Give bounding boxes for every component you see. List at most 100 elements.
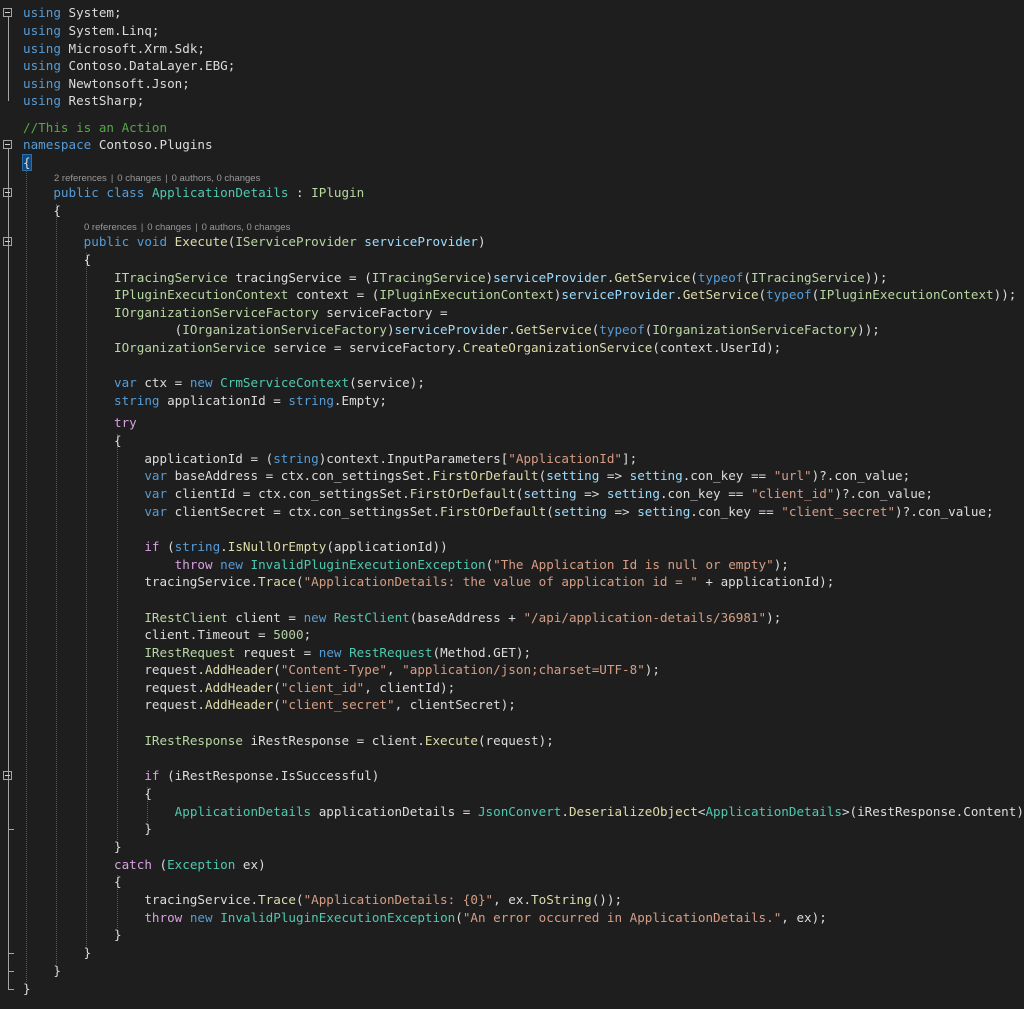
changes-link[interactable]: 0 changes <box>147 222 191 233</box>
code-line: if (string.IsNullOrEmpty(applicationId)) <box>0 538 1024 556</box>
code-token: (applicationId)) <box>326 539 448 554</box>
code-token: ( <box>273 680 281 695</box>
code-token: FirstOrDefault <box>409 486 516 501</box>
code-token: AddHeader <box>204 697 274 712</box>
code-token: (request); <box>477 733 554 748</box>
code-line: (IOrganizationServiceFactory)serviceProv… <box>0 321 1024 339</box>
code-line-text: } <box>23 820 152 838</box>
code-line: public void Execute(IServiceProvider ser… <box>0 233 1024 251</box>
code-token: ex) <box>235 857 266 872</box>
code-token: IPlugin <box>311 185 365 200</box>
changes-link[interactable]: 0 changes <box>117 173 161 184</box>
code-line-text: { <box>22 154 32 172</box>
code-token: AddHeader <box>204 680 274 695</box>
code-line: { <box>0 251 1024 269</box>
code-token: RestSharp; <box>60 93 145 108</box>
references-link[interactable]: 0 references <box>84 222 137 233</box>
code-line: request.AddHeader("client_secret", clien… <box>0 696 1024 714</box>
code-token: IOrganizationServiceFactory <box>114 305 319 320</box>
code-line: public class ApplicationDetails : IPlugi… <box>0 184 1024 202</box>
code-token: InvalidPluginExecutionException <box>250 557 486 572</box>
code-token: + applicationId); <box>697 574 835 589</box>
code-line: { <box>0 154 1024 172</box>
code-token: ( <box>159 539 175 554</box>
code-line-text: } <box>23 926 122 944</box>
code-line-text: namespace Contoso.Plugins <box>23 136 213 154</box>
code-token: IsNullOrEmpty <box>227 539 327 554</box>
code-line-text: IPluginExecutionContext context = (IPlug… <box>23 286 1016 304</box>
code-token: typeof <box>697 270 744 285</box>
code-token: ( <box>23 322 183 337</box>
code-token: Exception <box>167 857 236 872</box>
code-token: if <box>144 539 160 554</box>
code-token: Execute <box>424 733 478 748</box>
code-token: Contoso.Plugins <box>91 137 213 152</box>
code-token: string <box>288 393 334 408</box>
code-token: System; <box>60 5 122 20</box>
code-line: request.AddHeader("Content-Type", "appli… <box>0 661 1024 679</box>
code-line-text: try <box>23 414 137 432</box>
code-token: ( <box>295 574 304 589</box>
code-token: GetService <box>614 270 691 285</box>
code-token: { <box>23 203 61 218</box>
code-line-text: using RestSharp; <box>23 92 144 110</box>
code-token: Trace <box>258 574 296 589</box>
code-token: )context.InputParameters[ <box>318 451 509 466</box>
code-line-text: using Microsoft.Xrm.Sdk; <box>23 40 205 58</box>
code-token: catch <box>114 857 152 872</box>
code-token: 5000 <box>273 627 304 642</box>
code-token: string <box>114 393 160 408</box>
code-token: { <box>23 874 122 889</box>
code-token: Trace <box>258 892 296 907</box>
code-token: .con_key == <box>690 504 782 519</box>
code-token: public class <box>53 185 145 200</box>
code-token: CreateOrganizationService <box>462 340 653 355</box>
code-token: client.Timeout = <box>23 627 274 642</box>
code-line-text: using System; <box>23 4 122 22</box>
code-token: baseAddress = ctx.con_settingsSet. <box>167 468 433 483</box>
code-line-text: var ctx = new CrmServiceContext(service)… <box>23 374 425 392</box>
code-line-text: ApplicationDetails applicationDetails = … <box>23 803 1024 821</box>
code-token: new <box>303 610 327 625</box>
code-line: try <box>0 414 1024 432</box>
code-line: using Microsoft.Xrm.Sdk; <box>0 40 1024 58</box>
code-line: client.Timeout = 5000; <box>0 626 1024 644</box>
code-line: tracingService.Trace("ApplicationDetails… <box>0 891 1024 909</box>
code-token: IRestRequest <box>144 645 236 660</box>
authors-link[interactable]: 0 authors, 0 changes <box>202 222 291 233</box>
code-line: var clientId = ctx.con_settingsSet.First… <box>0 485 1024 503</box>
code-token: serviceProvider <box>493 270 607 285</box>
references-link[interactable]: 2 references <box>54 173 107 184</box>
code-token: setting <box>637 504 691 519</box>
lens-separator: | <box>140 222 144 233</box>
code-token: )?.con_value; <box>834 486 933 501</box>
authors-link[interactable]: 0 authors, 0 changes <box>172 173 261 184</box>
code-line-text: { <box>23 432 122 450</box>
code-token: new <box>318 645 342 660</box>
code-token: var <box>144 504 168 519</box>
code-line-text: throw new InvalidPluginExecutionExceptio… <box>23 556 789 574</box>
code-line-text: { <box>23 202 61 220</box>
code-line: using Contoso.DataLayer.EBG; <box>0 57 1024 75</box>
lens-separator: | <box>110 173 114 184</box>
code-token: string <box>174 539 221 554</box>
code-token: ) <box>478 234 486 249</box>
code-token: "client_id" <box>750 486 835 501</box>
code-token: Contoso.DataLayer.EBG; <box>60 58 236 73</box>
code-line-text: using System.Linq; <box>23 22 160 40</box>
code-line: if (iRestResponse.IsSuccessful) <box>0 767 1024 785</box>
code-editor[interactable]: 2 references | 0 changes | 0 authors, 0 … <box>0 0 1024 1009</box>
code-token: )?.con_value; <box>895 504 994 519</box>
code-token: ); <box>773 557 789 572</box>
code-line: { <box>0 785 1024 803</box>
code-line: string applicationId = string.Empty; <box>0 392 1024 410</box>
code-line: { <box>0 202 1024 220</box>
code-token: => <box>599 468 630 483</box>
